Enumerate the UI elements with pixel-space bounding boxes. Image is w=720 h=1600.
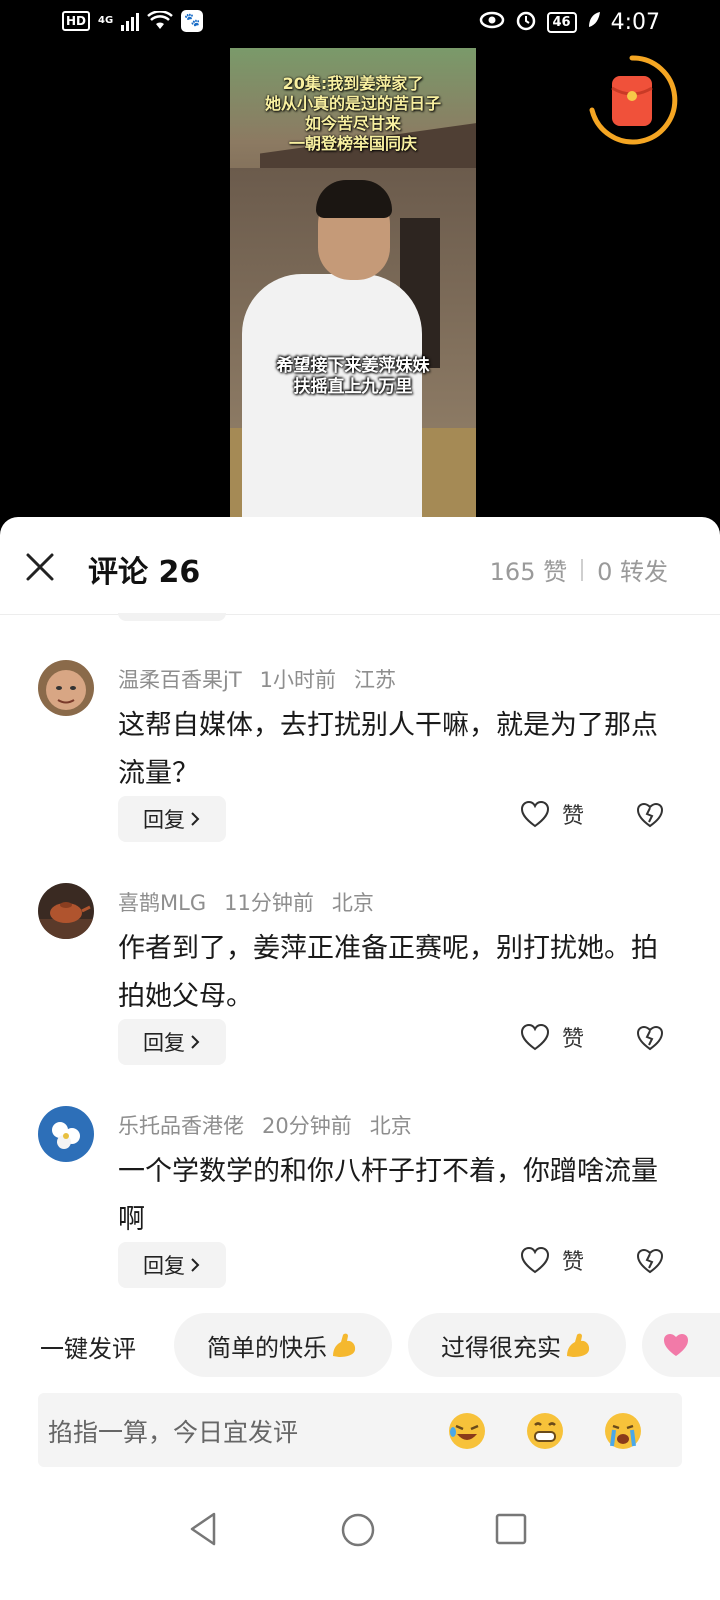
quick-comment-label: 一键发评 <box>40 1335 136 1363</box>
quick-comment-chip[interactable] <box>642 1313 720 1377</box>
quick-comment-row: 一键发评 简单的快乐 过得很充实 <box>0 1313 720 1377</box>
comment-item: 喜鹊MLG 11分钟前 北京 作者到了，姜萍正准备正赛呢，别打扰她。拍拍她父母。… <box>0 883 720 1103</box>
comment-text[interactable]: 一个学数学的和你八杆子打不着，你蹭啥流量啊 <box>118 1148 678 1244</box>
leaf-icon <box>587 11 601 33</box>
like-label: 赞 <box>562 1027 585 1052</box>
comment-username[interactable]: 温柔百香果jT <box>118 664 242 694</box>
caption-line: 一朝登榜举国同庆 <box>288 134 417 153</box>
comment-time: 1小时前 <box>259 668 337 692</box>
video-person-hair <box>316 180 392 218</box>
wifi-icon <box>147 11 174 31</box>
navigation-bar <box>0 1482 720 1600</box>
reply-button[interactable]: 回复 <box>118 1242 226 1288</box>
like-button[interactable]: 赞 <box>520 1244 584 1276</box>
dislike-button[interactable] <box>636 1025 664 1055</box>
heart-outline-icon <box>520 1023 550 1051</box>
pink-heart-icon <box>664 1334 688 1356</box>
comment-username[interactable]: 乐托品香港佬 <box>118 1110 244 1140</box>
comment-meta: 温柔百香果jT 1小时前 江苏 <box>118 664 396 694</box>
like-button[interactable]: 赞 <box>520 798 584 830</box>
reply-label: 回复 <box>143 1031 185 1055</box>
chip-label: 过得很充实 <box>441 1333 561 1362</box>
heart-outline-icon <box>520 800 550 828</box>
broken-heart-icon <box>636 802 664 828</box>
status-bar: HD 4G 🐾 46 4:07 <box>0 0 720 48</box>
recent-apps-icon[interactable] <box>494 1512 528 1546</box>
caption-line: 扶摇直上九万里 <box>293 377 413 397</box>
shares-count: 0 转发 <box>597 558 668 586</box>
grinning-emoji-icon[interactable] <box>524 1410 566 1452</box>
post-stats: 165 赞 0 转发 <box>490 552 668 587</box>
home-icon[interactable] <box>340 1512 376 1548</box>
crying-emoji-icon[interactable] <box>602 1410 644 1452</box>
avatar[interactable] <box>38 660 94 716</box>
comment-username[interactable]: 喜鹊MLG <box>118 887 206 917</box>
quick-comment-chip[interactable]: 简单的快乐 <box>174 1313 392 1377</box>
heart-outline-icon <box>520 1246 550 1274</box>
comment-text[interactable]: 作者到了，姜萍正准备正赛呢，别打扰她。拍拍她父母。 <box>118 925 678 1021</box>
video-player[interactable]: 20集:我到姜萍家了 她从小真的是过的苦日子 如今苦尽甘来 一朝登榜举国同庆 希… <box>230 48 476 518</box>
signal-icon <box>121 11 140 31</box>
eye-icon <box>479 10 505 34</box>
input-placeholder: 掐指一算，今日宜发评 <box>48 1418 299 1447</box>
red-packet-button[interactable] <box>584 52 680 148</box>
caption-line: 如今苦尽甘来 <box>304 114 401 133</box>
caption-line: 20集:我到姜萍家了 <box>282 74 424 93</box>
back-icon[interactable] <box>186 1510 220 1548</box>
network-type: 4G <box>98 15 114 26</box>
status-left: HD 4G 🐾 <box>62 10 204 32</box>
avatar[interactable] <box>38 883 94 939</box>
battery-indicator: 46 <box>546 11 577 33</box>
broken-heart-icon <box>636 1025 664 1051</box>
red-packet-icon <box>589 55 678 145</box>
comment-text[interactable]: 这帮自媒体，去打扰别人干嘛，就是为了那点流量？ <box>118 702 678 798</box>
comments-sheet: 评论 26 165 赞 0 转发 温柔百香果jT 1小时前 江苏 这帮自媒体，去… <box>0 517 720 1600</box>
video-caption-top: 20集:我到姜萍家了 她从小真的是过的苦日子 如今苦尽甘来 一朝登榜举国同庆 <box>236 74 470 154</box>
status-right: 46 4:07 <box>479 9 660 35</box>
reply-button[interactable]: 回复 <box>118 1019 226 1065</box>
clock: 4:07 <box>610 9 660 35</box>
chip-label: 简单的快乐 <box>207 1333 327 1362</box>
like-button[interactable]: 赞 <box>520 1021 584 1053</box>
video-caption-bottom: 希望接下来姜萍妹妹 扶摇直上九万里 <box>236 356 470 398</box>
comment-time: 11分钟前 <box>224 891 314 915</box>
chevron-right-icon <box>191 1035 200 1049</box>
likes-count: 165 赞 <box>489 558 568 586</box>
comment-location: 北京 <box>331 891 374 915</box>
sheet-header: 评论 26 165 赞 0 转发 <box>0 517 720 615</box>
chevron-right-icon <box>191 812 200 826</box>
baidu-app-icon: 🐾 <box>181 10 204 32</box>
comment-time: 20分钟前 <box>262 1114 352 1138</box>
reply-label: 回复 <box>143 808 185 832</box>
laughing-emoji-icon[interactable] <box>446 1410 488 1452</box>
alarm-icon <box>515 9 537 35</box>
flexed-bicep-icon <box>333 1333 356 1357</box>
comment-meta: 喜鹊MLG 11分钟前 北京 <box>118 887 374 917</box>
like-label: 赞 <box>562 1250 585 1275</box>
quick-comment-chip[interactable]: 过得很充实 <box>408 1313 626 1377</box>
flexed-bicep-icon <box>567 1333 590 1357</box>
caption-line: 她从小真的是过的苦日子 <box>264 94 441 113</box>
caption-line: 希望接下来姜萍妹妹 <box>276 356 430 376</box>
like-label: 赞 <box>562 804 585 829</box>
comment-meta: 乐托品香港佬 20分钟前 北京 <box>118 1110 412 1140</box>
comments-title: 评论 26 <box>88 555 201 590</box>
close-icon[interactable] <box>22 549 58 585</box>
partial-reply-button <box>118 613 226 621</box>
hd-indicator: HD <box>62 11 91 31</box>
comment-item: 乐托品香港佬 20分钟前 北京 一个学数学的和你八杆子打不着，你蹭啥流量啊 回复… <box>0 1106 720 1326</box>
dislike-button[interactable] <box>636 1248 664 1278</box>
comment-location: 江苏 <box>354 668 397 692</box>
reply-button[interactable]: 回复 <box>118 796 226 842</box>
dislike-button[interactable] <box>636 802 664 832</box>
divider <box>581 558 584 581</box>
comment-input[interactable]: 掐指一算，今日宜发评 <box>38 1393 682 1467</box>
broken-heart-icon <box>636 1248 664 1274</box>
comment-location: 北京 <box>369 1114 412 1138</box>
avatar[interactable] <box>38 1106 94 1162</box>
chevron-right-icon <box>191 1258 200 1272</box>
reply-label: 回复 <box>143 1254 185 1278</box>
comment-item: 温柔百香果jT 1小时前 江苏 这帮自媒体，去打扰别人干嘛，就是为了那点流量？ … <box>0 660 720 880</box>
